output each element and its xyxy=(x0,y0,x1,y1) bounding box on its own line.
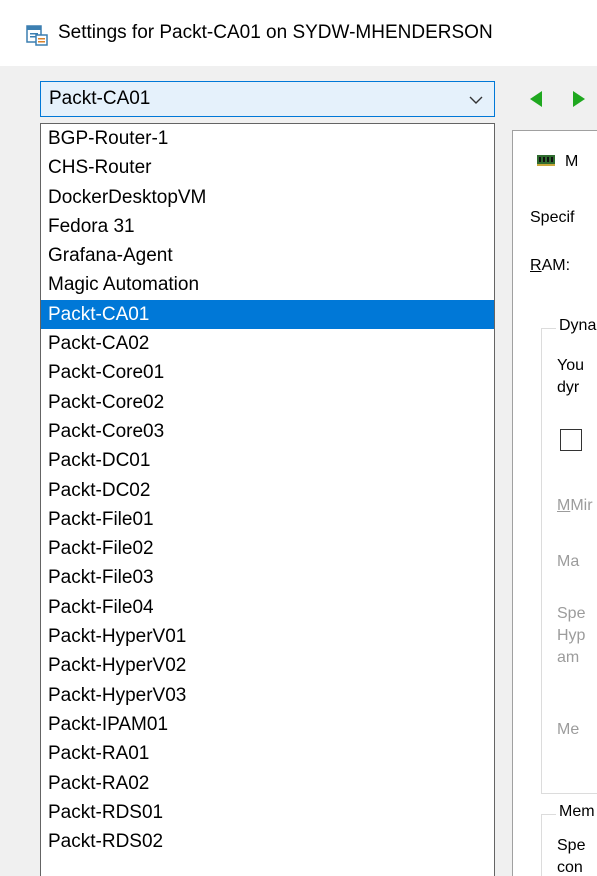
vm-list-item[interactable]: Packt-Core01 xyxy=(41,358,494,387)
memory-buffer-label: Me xyxy=(557,721,580,738)
vm-list-item[interactable]: Packt-CA02 xyxy=(41,329,494,358)
vm-list-item[interactable]: DockerDesktopVM xyxy=(41,183,494,212)
vm-list-item[interactable]: Packt-RA01 xyxy=(41,739,494,768)
forward-arrow-icon[interactable] xyxy=(571,90,587,108)
vm-list-item[interactable]: Packt-RDS01 xyxy=(41,798,494,827)
vm-list-item[interactable]: Packt-RA02 xyxy=(41,769,494,798)
maximum-ram-label: Ma xyxy=(557,553,580,570)
vm-list-item[interactable]: Packt-DC02 xyxy=(41,476,494,505)
settings-window: Settings for Packt-CA01 on SYDW-MHENDERS… xyxy=(0,0,597,876)
vm-list-item[interactable]: Packt-IPAM01 xyxy=(41,710,494,739)
back-arrow-icon[interactable] xyxy=(528,90,544,108)
buffer-desc-3: am xyxy=(557,649,580,666)
chevron-down-icon[interactable] xyxy=(468,92,484,108)
minimum-ram-label-rest: Mir xyxy=(570,497,593,514)
memory-weight-legend: Mem xyxy=(556,803,597,821)
vm-list-item[interactable]: Packt-HyperV03 xyxy=(41,681,494,710)
vm-list-item[interactable]: Grafana-Agent xyxy=(41,241,494,270)
vm-list-item[interactable]: Packt-CA01 xyxy=(41,299,494,330)
settings-window-icon xyxy=(26,25,48,46)
enable-dynamic-memory-checkbox[interactable] xyxy=(560,429,582,451)
memory-weight-desc-1: Spe xyxy=(557,837,586,854)
memory-weight-desc-2: con xyxy=(557,859,583,876)
minimum-ram-accelerator: M xyxy=(557,497,571,514)
dynamic-memory-desc-2: dyr xyxy=(557,379,580,396)
vm-list-item[interactable]: Packt-Core02 xyxy=(41,388,494,417)
ram-label: RAM: xyxy=(530,257,570,275)
window-title: Settings for Packt-CA01 on SYDW-MHENDERS… xyxy=(58,22,493,43)
minimum-ram-label: MMir xyxy=(557,497,593,515)
vm-list-item[interactable]: Packt-File03 xyxy=(41,563,494,592)
vm-dropdown-list[interactable]: BGP-Router-1 CHS-Router DockerDesktopVM Fed… xyxy=(40,123,495,876)
specify-text: Specif xyxy=(530,209,575,226)
ram-accelerator: R xyxy=(530,257,542,274)
buffer-desc-2: Hyp xyxy=(557,627,586,644)
dynamic-memory-desc-1: You xyxy=(557,357,584,374)
vm-list-item[interactable]: Packt-HyperV02 xyxy=(41,651,494,680)
vm-list-item[interactable]: Packt-DC01 xyxy=(41,446,494,475)
settings-detail-panel: M Specif RAM: Dyna You dyr MMir Ma Spe H… xyxy=(512,130,597,876)
vm-list-item[interactable]: CHS-Router xyxy=(41,153,494,182)
ram-label-rest: AM: xyxy=(541,257,571,274)
dynamic-memory-legend: Dyna xyxy=(556,317,597,335)
vm-selector-value: Packt-CA01 xyxy=(49,88,151,109)
vm-list-item[interactable]: Packt-RDS02 xyxy=(41,827,494,856)
title-bar: Settings for Packt-CA01 on SYDW-MHENDERS… xyxy=(0,0,597,66)
memory-section-header: M xyxy=(565,153,579,170)
vm-list-item[interactable]: Packt-File01 xyxy=(41,505,494,534)
vm-list-item[interactable]: BGP-Router-1 xyxy=(41,124,494,153)
vm-list-item[interactable]: Packt-File02 xyxy=(41,534,494,563)
vm-list-item[interactable]: Magic Automation xyxy=(41,270,494,299)
vm-list-item[interactable]: Packt-File04 xyxy=(41,593,494,622)
vm-list-item[interactable]: Packt-Core03 xyxy=(41,417,494,446)
vm-list-item[interactable]: Packt-HyperV01 xyxy=(41,622,494,651)
vm-list-item[interactable]: Fedora 31 xyxy=(41,212,494,241)
memory-module-icon xyxy=(537,155,555,166)
buffer-desc-1: Spe xyxy=(557,605,586,622)
vm-selector-dropdown[interactable]: Packt-CA01 xyxy=(40,81,495,117)
